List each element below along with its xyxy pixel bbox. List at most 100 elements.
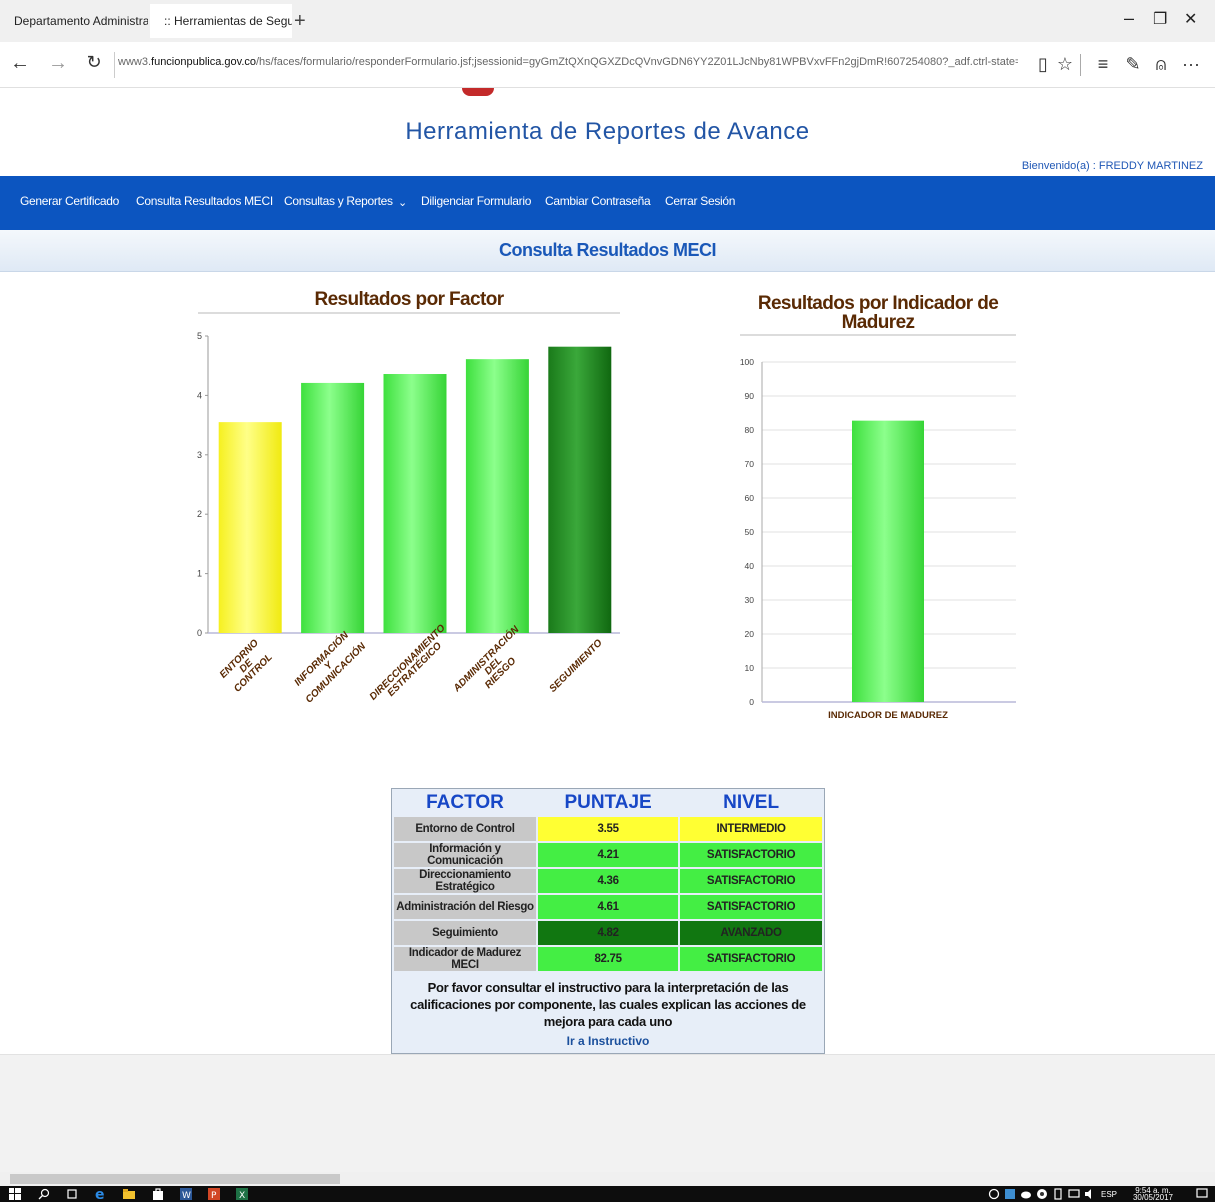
file-explorer-icon[interactable] (123, 1188, 135, 1200)
factor-cell: Indicador de Madurez MECI (394, 947, 536, 971)
task-view-icon[interactable] (66, 1188, 78, 1200)
edge-icon[interactable]: e (94, 1187, 108, 1201)
search-icon[interactable] (38, 1188, 50, 1200)
y-tick-label: 50 (745, 527, 755, 537)
table-row: Entorno de Control 3.55 INTERMEDIO (394, 817, 822, 841)
menu-consulta-resultados-meci[interactable]: Consulta Resultados MECI (136, 194, 273, 208)
share-icon[interactable]: ⍝ (1150, 54, 1172, 75)
y-tick-label: 100 (740, 357, 754, 367)
svg-text:P: P (211, 1191, 217, 1200)
y-tick-label: 5 (197, 331, 202, 341)
factor-cell: Entorno de Control (394, 817, 536, 841)
address-divider (114, 52, 115, 78)
y-tick-label: 60 (745, 493, 755, 503)
y-tick-label: 3 (197, 450, 202, 460)
category-label-line: DIRECCIONAMIENTO (368, 623, 448, 703)
svg-text:X: X (239, 1191, 245, 1200)
factor-cell: Direccionamiento Estratégico (394, 869, 536, 893)
puntaje-cell: 4.61 (538, 895, 679, 919)
madurez-chart-title: Resultados por Indicador de Madurez (740, 294, 1016, 332)
nivel-cell: SATISFACTORIO (680, 947, 822, 971)
header-factor: FACTOR (426, 792, 504, 813)
table-row: Información y Comunicación 4.21 SATISFAC… (394, 843, 822, 867)
madurez-chart-title-line: Resultados por Indicador de (757, 293, 999, 314)
table-row: Direccionamiento Estratégico 4.36 SATISF… (394, 869, 822, 893)
windows-start-icon[interactable] (9, 1188, 21, 1200)
favorite-star-icon[interactable]: ☆ (1054, 54, 1076, 75)
volume-icon[interactable] (1084, 1188, 1096, 1200)
y-tick-label: 10 (745, 663, 755, 673)
nivel-cell: SATISFACTORIO (680, 895, 822, 919)
tray-sync-icon[interactable] (988, 1188, 1000, 1200)
welcome-text: Bienvenido(a) : FREDDY MARTINEZ (1021, 160, 1203, 172)
battery-icon[interactable] (1052, 1188, 1064, 1200)
puntaje-cell: 82.75 (538, 947, 679, 971)
y-tick-label: 2 (197, 509, 202, 519)
forward-arrow-icon[interactable]: → (44, 52, 72, 75)
madurez-bar (852, 420, 924, 702)
factor-chart-title-rule (198, 312, 620, 314)
menu-diligenciar-formulario[interactable]: Diligenciar Formulario (421, 194, 531, 208)
menu-cambiar-contrasena[interactable]: Cambiar Contraseña (545, 194, 651, 208)
taskbar-clock[interactable]: 9:54 a. m. 30/05/2017 (1132, 1187, 1173, 1202)
address-bar: ← → ↻ www3.funcionpublica.gov.co/hs/face… (0, 42, 1215, 88)
tray-app-icon[interactable] (1004, 1188, 1016, 1200)
table-row: Indicador de Madurez MECI 82.75 SATISFAC… (394, 947, 822, 971)
factor-cell: Administración del Riesgo (394, 895, 536, 919)
network-icon[interactable] (1068, 1188, 1080, 1200)
svg-text:W: W (182, 1191, 191, 1200)
y-tick-label: 40 (745, 561, 755, 571)
powerpoint-icon[interactable]: P (208, 1188, 220, 1200)
instructions-note: Por favor consultar el instructivo para … (410, 980, 806, 1029)
new-tab-icon[interactable]: + (294, 10, 306, 33)
y-tick-label: 1 (197, 569, 202, 579)
chevron-down-icon[interactable]: ⌄ (398, 196, 407, 209)
reading-view-icon[interactable]: ▯ (1032, 54, 1054, 75)
toolbar-divider (1080, 54, 1081, 76)
category-label: ENTORNODECONTROL (218, 638, 275, 695)
factor-bar (465, 359, 529, 633)
header-logo-fragment (462, 88, 494, 96)
minimize-icon[interactable]: – (1124, 8, 1134, 29)
menu-consultas-reportes[interactable]: Consultas y Reportes (284, 194, 393, 208)
browser-tab-bar: Departamento Administrati :: Herramienta… (0, 0, 1215, 42)
url-field[interactable]: www3.funcionpublica.gov.co/hs/faces/form… (118, 56, 1018, 68)
nivel-cell: SATISFACTORIO (680, 843, 822, 867)
menu-generar-certificado[interactable]: Generar Certificado (20, 194, 119, 208)
horizontal-scrollbar[interactable] (0, 1172, 1215, 1186)
back-arrow-icon[interactable]: ← (6, 52, 34, 75)
factor-cell: Información y Comunicación (394, 843, 536, 867)
clock-date: 30/05/2017 (1132, 1193, 1173, 1202)
menu-cerrar-sesion[interactable]: Cerrar Sesión (665, 194, 735, 208)
word-icon[interactable]: W (180, 1188, 192, 1200)
hub-icon[interactable]: ≡ (1092, 54, 1114, 75)
language-indicator[interactable]: ESP (1101, 1190, 1117, 1199)
excel-icon[interactable]: X (236, 1188, 248, 1200)
browser-tab-active[interactable]: :: Herramientas de Segu ✕ (150, 4, 292, 38)
y-tick-label: 90 (745, 391, 755, 401)
store-icon[interactable] (152, 1188, 164, 1200)
y-tick-label: 30 (745, 595, 755, 605)
page-title: Herramienta de Reportes de Avance (405, 118, 810, 145)
tray-cloud-icon[interactable] (1020, 1188, 1032, 1200)
factor-bar-chart: 0 1 2 3 4 5 ENTORNODECONTROL INFORMACIÓNYCOMUN… (197, 331, 620, 705)
window-close-icon[interactable]: ✕ (1184, 9, 1197, 29)
factor-cell: Seguimiento (394, 921, 536, 945)
notifications-icon[interactable] (1196, 1188, 1208, 1200)
refresh-icon[interactable]: ↻ (80, 52, 108, 73)
category-label: INFORMACIÓNYCOMUNICACIÓN (288, 625, 368, 705)
nivel-cell: SATISFACTORIO (680, 869, 822, 893)
madurez-chart-title-line: Madurez (841, 312, 915, 333)
factor-bar (383, 374, 447, 633)
instructivo-link[interactable]: Ir a Instructivo (392, 1034, 824, 1048)
svg-text:e: e (95, 1187, 105, 1201)
tray-chrome-icon[interactable] (1036, 1188, 1048, 1200)
browser-tab[interactable]: Departamento Administrati (0, 4, 148, 38)
page-footer-area (0, 1054, 1215, 1174)
restore-icon[interactable]: ❐ (1153, 9, 1167, 29)
puntaje-cell: 4.82 (538, 921, 679, 945)
factor-chart-title: Resultados por Factor (314, 289, 504, 310)
more-icon[interactable]: ··· (1180, 54, 1202, 75)
web-note-icon[interactable]: ✎ (1122, 54, 1144, 75)
scrollbar-thumb[interactable] (10, 1174, 340, 1184)
